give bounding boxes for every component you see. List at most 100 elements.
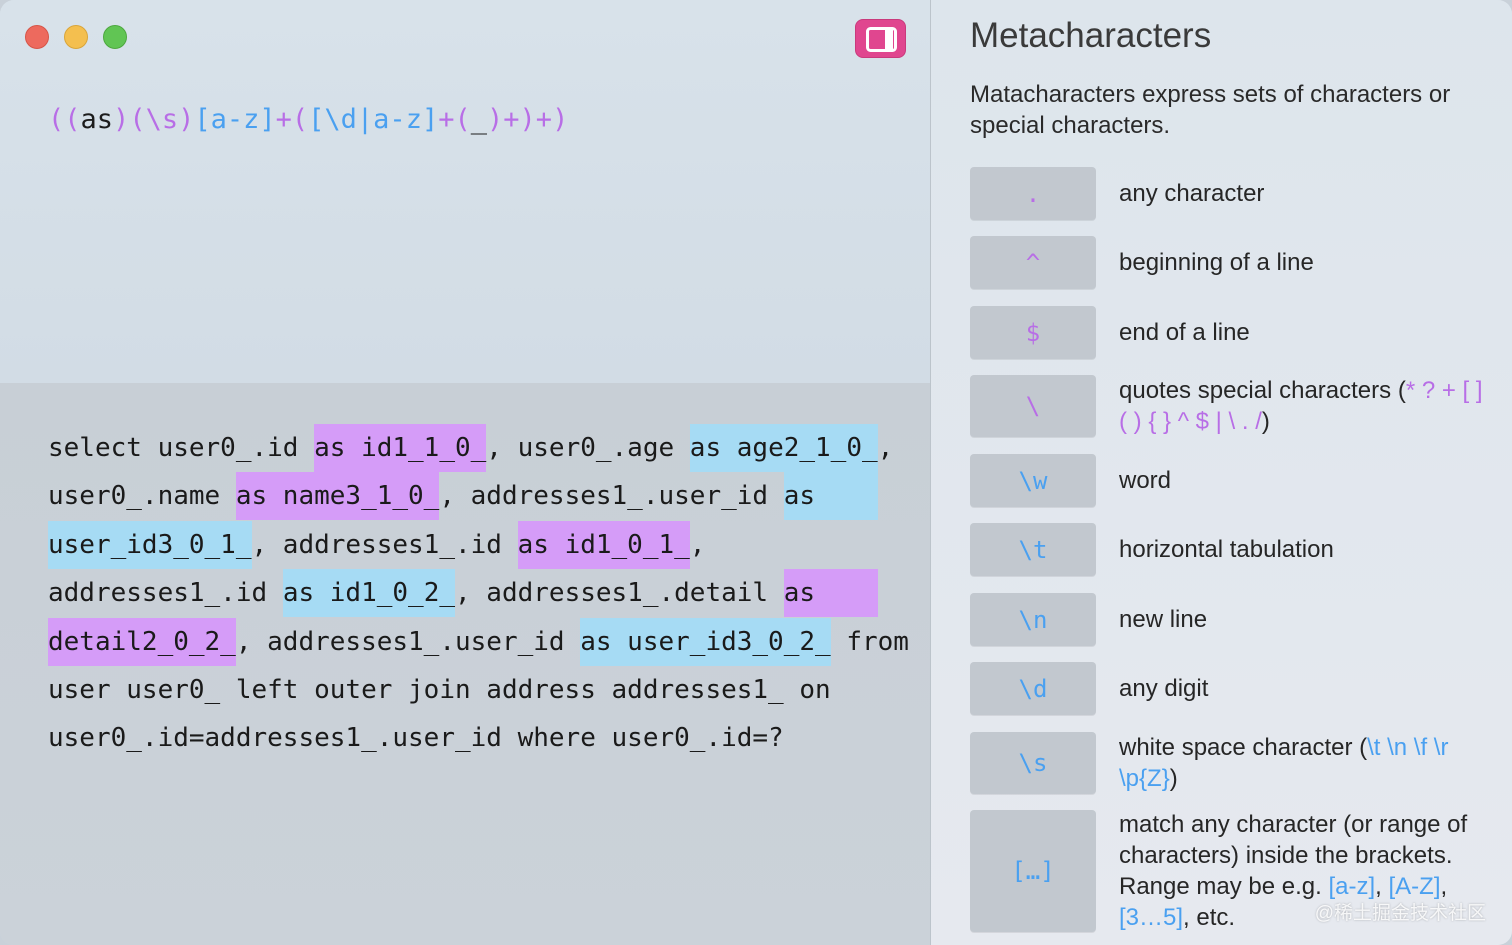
description-segment: quotes special characters (: [1119, 377, 1406, 404]
match-highlight: user_id3_0_1_: [48, 520, 252, 569]
description-segment: [a-z]: [1328, 873, 1376, 900]
reference-key-button[interactable]: ^: [970, 236, 1096, 289]
description-segment: new line: [1119, 606, 1208, 633]
reference-item[interactable]: $ end of a line: [970, 306, 1500, 359]
regex-token: (\s): [129, 104, 195, 135]
regex-token: [\d|a-z]: [308, 104, 439, 135]
description-segment: beginning of a line: [1119, 249, 1314, 276]
regex-pane[interactable]: ((as)(\s)[a-z]+([\d|a-z]+(_)+)+): [0, 0, 930, 383]
test-text-line: addresses1_.id as id1_0_2_, addresses1_.…: [48, 569, 888, 618]
reference-key-button[interactable]: .: [970, 167, 1096, 220]
reference-key-button[interactable]: […]: [970, 810, 1096, 932]
text-segment: from: [830, 626, 909, 657]
regex-token: ): [552, 104, 569, 135]
reference-item[interactable]: \n new line: [970, 593, 1500, 646]
description-segment: [A-Z]: [1388, 873, 1441, 900]
reference-description-text: end of a line: [1119, 317, 1489, 348]
reference-key-button[interactable]: \d: [970, 662, 1096, 715]
regex-token: (: [48, 104, 65, 135]
reference-item[interactable]: \t horizontal tabulation: [970, 523, 1500, 576]
match-highlight: as age2_1_0_: [689, 424, 878, 472]
regex-token: (: [291, 104, 309, 135]
reference-description-text: any digit: [1119, 673, 1489, 704]
test-text-line: user0_.name as name3_1_0_, addresses1_.u…: [48, 472, 888, 521]
reference-description-text: horizontal tabulation: [1119, 534, 1489, 565]
match-highlight: as: [783, 569, 878, 618]
description-segment: ,: [1440, 873, 1448, 900]
test-text-area[interactable]: select user0_.id as id1_1_0_, user0_.age…: [48, 424, 909, 763]
zoom-window-button[interactable]: [103, 25, 127, 49]
text-segment: , addresses1_.user_id: [439, 481, 784, 512]
reference-item[interactable]: \ quotes special characters (* ? + [ ] ( …: [970, 375, 1500, 437]
text-segment: ,: [689, 529, 706, 560]
description-segment: ): [1169, 765, 1178, 792]
reference-key-button[interactable]: \: [970, 375, 1096, 437]
sidebar-right-icon: [866, 27, 897, 52]
regex-token: (: [64, 104, 81, 135]
reference-item[interactable]: \d any digit: [970, 662, 1500, 715]
text-segment: select user0_.id: [48, 433, 315, 463]
regex-token: ): [113, 104, 130, 135]
reference-key-button[interactable]: \n: [970, 593, 1096, 646]
reference-description: Matacharacters express sets of character…: [970, 81, 1451, 139]
regex-token: +: [275, 104, 292, 135]
regex-token: +: [438, 104, 455, 135]
regex-token: (: [454, 104, 471, 135]
match-highlight: detail2_0_2_: [48, 617, 236, 666]
reference-key-button[interactable]: \w: [970, 454, 1096, 507]
description-segment: ,: [1375, 873, 1389, 900]
description-segment: white space character (: [1119, 734, 1368, 761]
reference-description-text: new line: [1119, 604, 1489, 635]
description-segment: any digit: [1119, 675, 1209, 702]
text-segment: , user0_.age: [486, 433, 690, 463]
editor-pane: ((as)(\s)[a-z]+([\d|a-z]+(_)+)+) select …: [0, 0, 930, 945]
text-segment: ,: [877, 433, 894, 463]
text-segment: user user0_ left outer join address addr…: [48, 674, 831, 705]
description-segment: horizontal tabulation: [1119, 536, 1334, 563]
reference-key-button[interactable]: \t: [970, 523, 1096, 576]
description-segment: end of a line: [1119, 319, 1250, 346]
minimize-window-button[interactable]: [64, 25, 88, 49]
description-segment: ): [1261, 408, 1270, 435]
reference-description-text: white space character (\t \n \f \r \p{Z}…: [1119, 732, 1489, 794]
reference-description-text: quotes special characters (* ? + [ ] ( )…: [1119, 375, 1489, 437]
test-text-line: user user0_ left outer join address addr…: [48, 666, 888, 714]
match-highlight: as id1_1_0_: [314, 424, 487, 472]
regex-token: [a-z]: [194, 104, 276, 135]
match-highlight: as id1_0_2_: [282, 569, 455, 618]
match-highlight: as id1_0_1_: [517, 520, 690, 569]
regex-token: +: [535, 104, 553, 135]
reference-item[interactable]: \s white space character (\t \n \f \r \p{…: [970, 732, 1500, 794]
sidebar-toggle-button[interactable]: [855, 19, 906, 58]
reference-description-text: word: [1119, 465, 1489, 496]
reference-key-button[interactable]: \s: [970, 732, 1096, 794]
match-highlight: as user_id3_0_2_: [580, 617, 831, 666]
description-segment: any character: [1119, 180, 1265, 207]
text-segment: , addresses1_.user_id: [235, 626, 581, 657]
text-segment: , addresses1_.detail: [455, 578, 784, 609]
reference-item[interactable]: \w word: [970, 454, 1500, 507]
text-segment: addresses1_.id: [48, 578, 283, 609]
text-segment: user0_.name: [48, 481, 236, 512]
regex-token: ): [487, 104, 504, 135]
test-text-line: select user0_.id as id1_1_0_, user0_.age…: [48, 424, 893, 472]
reference-sidebar: Metacharacters Matacharacters express se…: [931, 0, 1512, 945]
app-window: ((as)(\s)[a-z]+([\d|a-z]+(_)+)+) select …: [0, 0, 1512, 945]
close-window-button[interactable]: [25, 25, 49, 49]
match-highlight: as name3_1_0_: [235, 472, 440, 521]
regex-token: as: [80, 104, 114, 135]
description-segment: word: [1119, 467, 1172, 494]
regex-token: _: [470, 104, 487, 135]
match-highlight: as: [783, 472, 878, 521]
reference-description-text: any character: [1119, 178, 1489, 209]
test-text-line: user_id3_0_1_, addresses1_.id as id1_0_1…: [48, 520, 888, 569]
test-text-line: user0_.id=addresses1_.user_id where user…: [48, 714, 888, 762]
description-segment: , etc.: [1183, 904, 1236, 931]
reference-item[interactable]: . any character: [970, 167, 1500, 220]
regex-input[interactable]: ((as)(\s)[a-z]+([\d|a-z]+(_)+)+): [48, 104, 568, 135]
reference-key-button[interactable]: $: [970, 306, 1096, 359]
text-segment: user0_.id=addresses1_.user_id where user…: [48, 723, 784, 754]
reference-description-text: beginning of a line: [1119, 247, 1489, 278]
reference-item[interactable]: ^ beginning of a line: [970, 236, 1500, 289]
regex-token: ): [519, 104, 536, 135]
